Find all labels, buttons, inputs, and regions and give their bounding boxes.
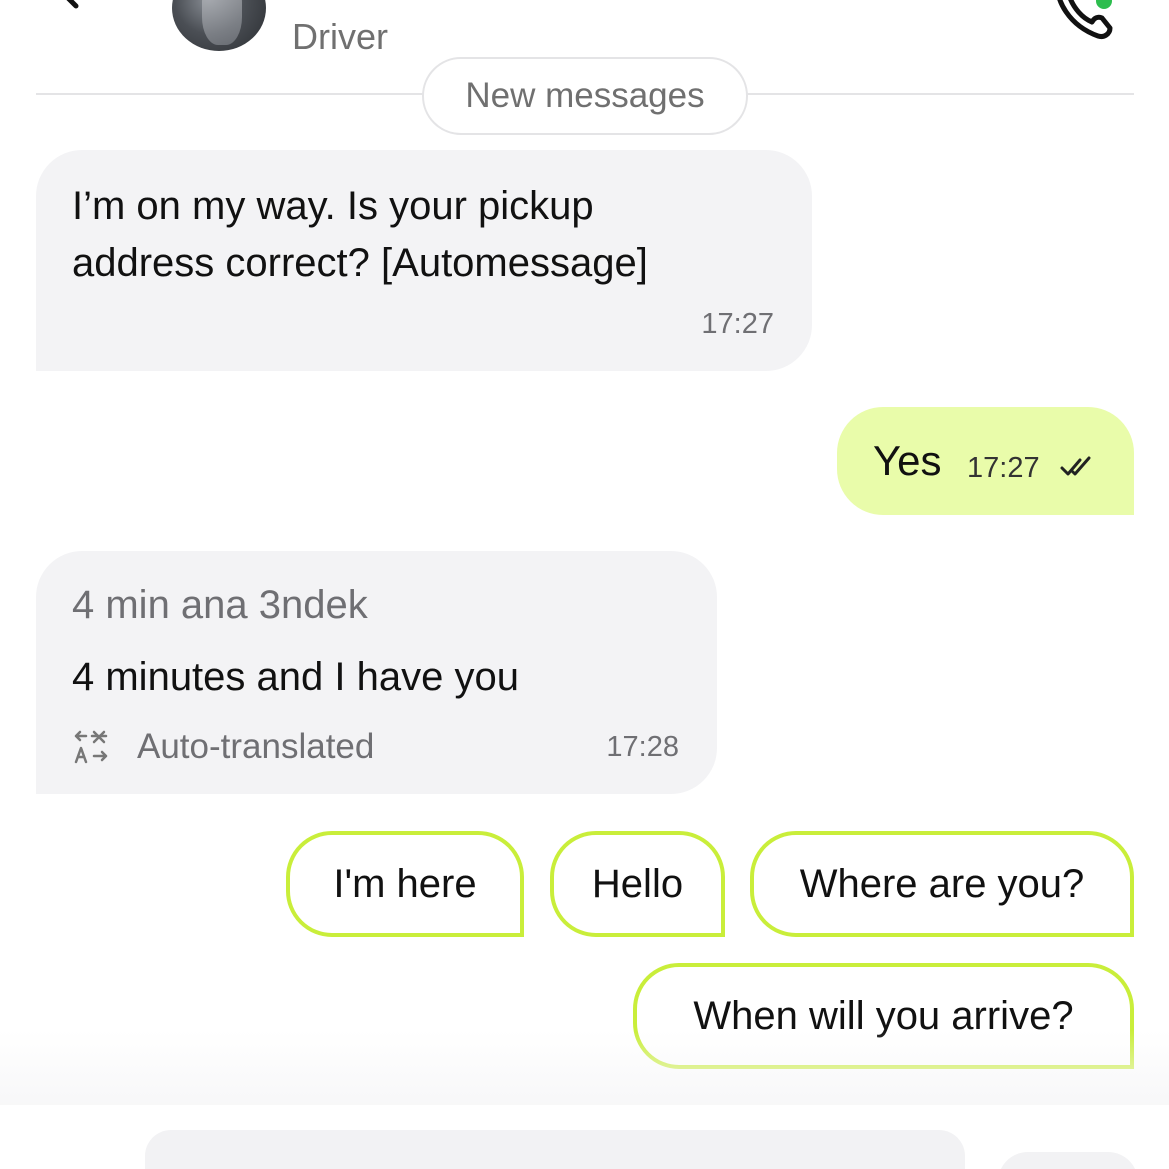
arrow-left-icon <box>66 0 79 9</box>
incoming-message-translated: 4 min ana 3ndek 4 minutes and I have you… <box>36 551 717 794</box>
back-button[interactable] <box>52 0 122 30</box>
message-time: 17:27 <box>967 452 1040 484</box>
translate-icon <box>74 730 108 764</box>
quick-reply-where-are-you[interactable]: Where are you? <box>750 831 1134 937</box>
translated-text: 4 minutes and I have you <box>72 655 519 699</box>
message-text: I’m on my way. Is your pickup address co… <box>72 184 648 285</box>
driver-avatar[interactable] <box>172 0 266 51</box>
quick-reply-hello[interactable]: Hello <box>550 831 725 937</box>
message-time: 17:28 <box>606 731 679 763</box>
auto-translated-label: Auto-translated <box>137 727 375 766</box>
incoming-message: I’m on my way. Is your pickup address co… <box>36 150 812 371</box>
contact-role: Driver <box>292 16 388 57</box>
outgoing-message: Yes 17:27 <box>837 407 1134 515</box>
send-button[interactable] <box>998 1152 1138 1169</box>
call-button[interactable] <box>1040 0 1130 45</box>
quick-reply-im-here[interactable]: I'm here <box>286 831 524 937</box>
message-time: 17:27 <box>701 308 774 340</box>
original-text: 4 min ana 3ndek <box>72 583 368 627</box>
message-input[interactable] <box>145 1130 965 1169</box>
message-text: Yes <box>873 437 942 484</box>
composer-fade <box>0 1030 1169 1110</box>
phone-icon <box>1057 0 1113 39</box>
new-messages-divider: New messages <box>422 57 748 135</box>
double-check-icon <box>1060 456 1091 476</box>
